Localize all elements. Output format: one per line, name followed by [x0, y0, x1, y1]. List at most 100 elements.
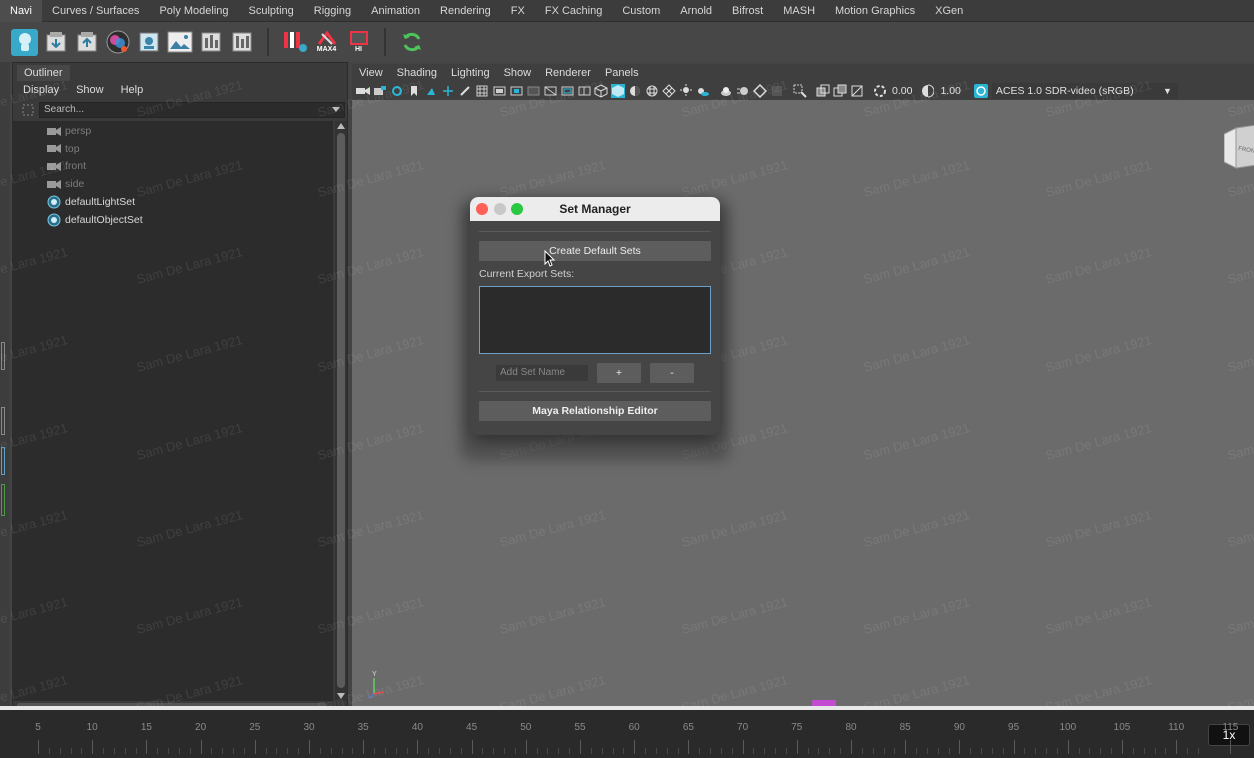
- shelf-tab-mash[interactable]: MASH: [773, 0, 825, 22]
- field-chart-icon[interactable]: [543, 84, 557, 98]
- refresh-icon[interactable]: [398, 29, 425, 56]
- film-gate-icon[interactable]: [492, 84, 506, 98]
- viewport-menu-renderer[interactable]: Renderer: [538, 67, 598, 79]
- default-material-icon[interactable]: [628, 84, 642, 98]
- outliner-tab[interactable]: Outliner: [17, 65, 70, 81]
- wireframe-icon[interactable]: [594, 84, 608, 98]
- dialog-titlebar[interactable]: Set Manager: [470, 197, 720, 221]
- outliner-item-front[interactable]: front: [47, 157, 86, 175]
- outliner-item-top[interactable]: top: [47, 140, 80, 158]
- outliner-scroll-thumb[interactable]: [337, 133, 345, 688]
- tool-slot[interactable]: [1, 407, 5, 435]
- shelf-tab-animation[interactable]: Animation: [361, 0, 430, 22]
- xray-icon[interactable]: [816, 84, 830, 98]
- bookmark-camera-icon[interactable]: [390, 84, 404, 98]
- textured-icon[interactable]: [645, 84, 659, 98]
- resolution-gate-icon[interactable]: [509, 84, 523, 98]
- tool-slot[interactable]: [1, 447, 5, 475]
- image-plane-icon[interactable]: [424, 84, 438, 98]
- outliner-scrollbar[interactable]: [335, 121, 347, 701]
- viewport-menu-lighting[interactable]: Lighting: [444, 67, 497, 79]
- exposure-value[interactable]: 0.00: [890, 85, 918, 97]
- outliner-item-side[interactable]: side: [47, 175, 84, 193]
- outliner-select-icon[interactable]: [21, 103, 35, 117]
- remove-set-button[interactable]: -: [650, 363, 694, 383]
- scroll-up-icon[interactable]: [337, 123, 345, 129]
- outliner-item-persp[interactable]: persp: [47, 122, 91, 140]
- timeline-minor-tick: [677, 748, 679, 754]
- motion-blur-icon[interactable]: [736, 84, 750, 98]
- shelf-tab-xgen[interactable]: XGen: [925, 0, 973, 22]
- bars2-icon[interactable]: [228, 29, 255, 56]
- max-import-icon[interactable]: [281, 29, 308, 56]
- dof-icon[interactable]: [770, 84, 784, 98]
- shelf-tab-fx[interactable]: FX: [501, 0, 535, 22]
- camera-select-icon[interactable]: [356, 84, 370, 98]
- checker-icon[interactable]: [662, 84, 676, 98]
- ao-icon[interactable]: [719, 84, 733, 98]
- shelf-tab-navi[interactable]: Navi: [0, 0, 43, 22]
- shelf-tab-custom[interactable]: Custom: [612, 0, 670, 22]
- shadows-icon[interactable]: [696, 84, 710, 98]
- bars-icon[interactable]: [197, 29, 224, 56]
- shelf-tab-rendering[interactable]: Rendering: [430, 0, 501, 22]
- max4-icon[interactable]: MAX4: [312, 29, 341, 56]
- time-slider[interactable]: 1x 5 10 15 20 25 30 35 40 45 50 55 60 65 70 75 80 85 90 95…: [0, 710, 1254, 758]
- gate-mask-icon[interactable]: [526, 84, 540, 98]
- shelf-tab-rigging[interactable]: Rigging: [304, 0, 361, 22]
- outliner-menu-display[interactable]: Display: [13, 84, 66, 96]
- safe-title-icon[interactable]: [577, 84, 591, 98]
- relationship-editor-button[interactable]: Maya Relationship Editor: [479, 401, 711, 421]
- tool-slot[interactable]: [1, 342, 5, 370]
- hi-icon[interactable]: HI: [345, 29, 372, 56]
- exposure-icon[interactable]: [873, 84, 887, 98]
- outliner-menu-show[interactable]: Show: [66, 84, 111, 96]
- export-icon[interactable]: [73, 29, 100, 56]
- chevron-down-icon[interactable]: [331, 106, 341, 114]
- smooth-shade-icon[interactable]: [611, 84, 625, 98]
- viewport-menu-view[interactable]: View: [352, 67, 390, 79]
- add-set-button[interactable]: +: [597, 363, 641, 383]
- head-icon[interactable]: [11, 28, 38, 56]
- reference-icon[interactable]: [135, 29, 162, 56]
- lights-icon[interactable]: [679, 84, 693, 98]
- xray-components-icon[interactable]: [850, 84, 864, 98]
- shelf-tab-motion-graphics[interactable]: Motion Graphics: [825, 0, 925, 22]
- scroll-down-icon[interactable]: [337, 693, 345, 699]
- tool-slot[interactable]: [1, 484, 5, 516]
- shelf-tab-fx-caching[interactable]: FX Caching: [535, 0, 612, 22]
- viewport-menu-show[interactable]: Show: [497, 67, 539, 79]
- safe-action-icon[interactable]: [560, 84, 574, 98]
- shelf-tab-poly-modeling[interactable]: Poly Modeling: [149, 0, 238, 22]
- bookmark-icon[interactable]: [407, 84, 421, 98]
- create-default-sets-button[interactable]: Create Default Sets: [479, 241, 711, 261]
- viewcube-icon[interactable]: FRONT: [1224, 124, 1254, 172]
- viewport-menu-shading[interactable]: Shading: [390, 67, 444, 79]
- export-sets-list[interactable]: [479, 286, 711, 354]
- outliner-item-defaultlightset[interactable]: defaultLightSet: [47, 193, 135, 211]
- 2d-pan-icon[interactable]: [458, 84, 472, 98]
- camera-lock-icon[interactable]: [373, 84, 387, 98]
- shelf-tab-sculpting[interactable]: Sculpting: [239, 0, 304, 22]
- viewport-menu-panels[interactable]: Panels: [598, 67, 646, 79]
- move-tool-icon[interactable]: [441, 84, 455, 98]
- shelf-tab-curves-surfaces[interactable]: Curves / Surfaces: [42, 0, 149, 22]
- import-icon[interactable]: [42, 29, 69, 56]
- outliner-item-defaultobjectset[interactable]: defaultObjectSet: [47, 211, 143, 229]
- timeline-minor-tick: [298, 748, 300, 754]
- image-icon[interactable]: [166, 29, 193, 56]
- grid-icon[interactable]: [475, 84, 489, 98]
- gamma-icon[interactable]: [921, 84, 935, 98]
- gamma-value[interactable]: 1.00: [938, 85, 966, 97]
- shelf-tab-bifrost[interactable]: Bifrost: [722, 0, 773, 22]
- aa-icon[interactable]: [753, 84, 767, 98]
- xray-joints-icon[interactable]: [833, 84, 847, 98]
- outliner-menu-help[interactable]: Help: [111, 84, 151, 96]
- add-set-name-input[interactable]: Add Set Name: [496, 365, 588, 381]
- colorspace-dropdown[interactable]: ACES 1.0 SDR-video (sRGB) ▼: [991, 83, 1178, 99]
- sphere-color-icon[interactable]: [104, 29, 131, 56]
- isolate-select-icon[interactable]: [793, 84, 807, 98]
- outliner-search-input[interactable]: Search...: [39, 102, 345, 118]
- color-management-icon[interactable]: [973, 84, 988, 98]
- shelf-tab-arnold[interactable]: Arnold: [670, 0, 722, 22]
